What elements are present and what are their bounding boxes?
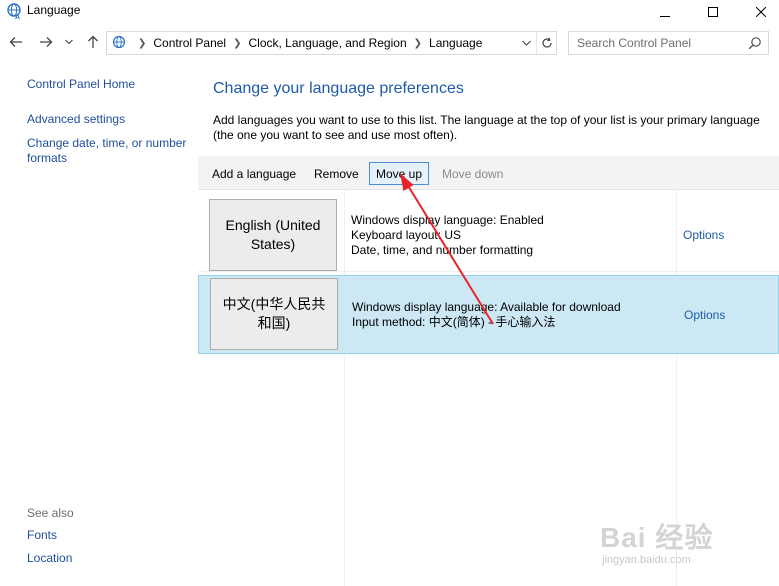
control-panel-home-link[interactable]: Control Panel Home [27,77,135,92]
window-title: Language [27,3,81,17]
forward-button[interactable] [36,32,56,52]
baidu-watermark: Bai 经验 jingyan.baidu.com [590,516,750,576]
language-toolbar: Add a language Remove Move up Move down [198,156,779,190]
close-icon [756,7,766,17]
keyboard-layout-status: Keyboard layout: US [351,228,462,242]
watermark-logo: Bai 经验 [600,522,714,553]
arrow-up-icon [88,35,98,48]
page-title: Change your language preferences [213,80,464,97]
search-input[interactable] [569,32,744,54]
chevron-right-icon: ❯ [233,37,242,49]
language-button-chinese[interactable]: 中文(中华人民共和国) [210,278,338,350]
breadcrumb-language[interactable]: Language [429,36,482,50]
chevron-right-icon: ❯ [138,37,147,49]
refresh-icon [541,37,552,48]
add-language-button[interactable]: Add a language [206,162,302,185]
minimize-icon [660,16,670,17]
see-also-heading: See also [27,506,74,520]
search-box[interactable] [568,31,769,55]
back-button[interactable] [6,32,26,52]
arrow-left-icon [9,37,22,47]
refresh-button[interactable] [536,32,556,54]
formatting-status: Date, time, and number formatting [351,243,534,257]
recent-locations-button[interactable] [62,32,76,52]
fonts-link[interactable]: Fonts [27,528,57,543]
maximize-icon [708,7,718,17]
control-panel-icon [109,33,131,53]
chevron-down-icon [521,40,531,46]
address-bar[interactable]: ❯ Control Panel ❯ Clock, Language, and R… [106,31,557,55]
language-info-chinese: Windows display language: Available for … [352,300,621,330]
change-date-time-link[interactable]: Change date, time, or number formats [27,136,192,166]
arrow-right-icon [40,37,53,47]
close-button[interactable] [738,0,779,24]
chevron-down-icon [65,39,73,45]
remove-button[interactable]: Remove [308,162,365,185]
display-language-status: Windows display language: Available for … [352,300,621,314]
watermark-url: jingyan.baidu.com [602,554,691,566]
maximize-button[interactable] [690,0,736,24]
input-method-status: Input method: 中文(简体) - 手心输入法 [352,315,556,329]
address-dropdown-button[interactable] [518,33,534,53]
minimize-button[interactable] [642,0,688,24]
options-link-english[interactable]: Options [683,228,724,242]
display-language-status: Windows display language: Enabled [351,213,544,227]
left-pane: Control Panel Home Advanced settings Cha… [0,60,198,586]
breadcrumb-control-panel[interactable]: Control Panel [153,36,226,50]
location-link[interactable]: Location [27,551,72,566]
navigation-bar: ❯ Control Panel ❯ Clock, Language, and R… [0,28,779,58]
language-button-english[interactable]: English (United States) [209,199,337,271]
options-link-chinese[interactable]: Options [684,308,725,322]
page-description: Add languages you want to use to this li… [213,113,760,142]
language-row-chinese[interactable]: 中文(中华人民共和国) Windows display language: Av… [198,275,779,354]
move-up-button[interactable]: Move up [369,162,430,185]
language-app-icon: A [7,3,21,20]
language-info-english: Windows display language: Enabled Keyboa… [351,213,544,258]
breadcrumb-clock-language-region[interactable]: Clock, Language, and Region [249,36,407,50]
title-bar: A Language [0,0,779,24]
svg-text:A: A [15,14,20,20]
language-row-english[interactable]: English (United States) Windows display … [198,192,779,272]
chevron-right-icon: ❯ [413,37,423,49]
search-icon[interactable] [748,36,762,50]
move-down-button[interactable]: Move down [436,162,509,185]
advanced-settings-link[interactable]: Advanced settings [27,112,125,127]
up-button[interactable] [83,32,103,52]
